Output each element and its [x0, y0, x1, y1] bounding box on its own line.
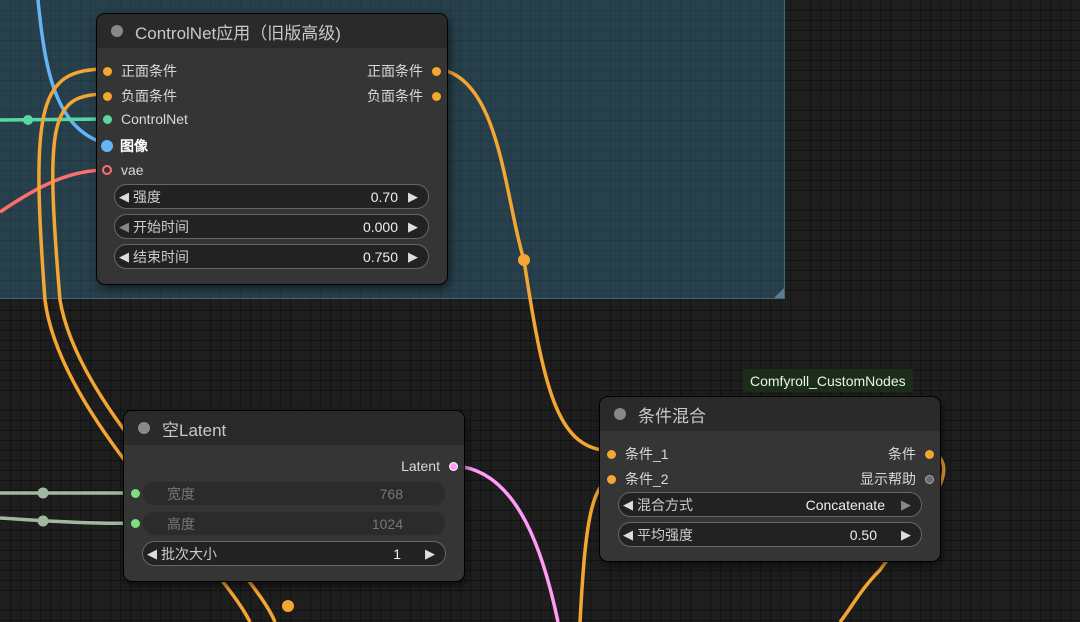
end-percent-widget[interactable]: ◀ 结束时间 0.750 ▶ [114, 244, 429, 269]
increment-arrow-icon[interactable]: ▶ [404, 189, 422, 205]
height-label: 高度 [167, 515, 195, 532]
collapse-dot-icon[interactable] [111, 25, 123, 37]
output-show-help-label: 显示帮助 [860, 471, 916, 487]
decrement-arrow-icon[interactable]: ◀ [115, 219, 133, 235]
width-value: 768 [379, 485, 403, 502]
conditioning-slot-icon[interactable] [925, 449, 934, 459]
decrement-arrow-icon[interactable]: ◀ [115, 249, 133, 265]
wire-width-midpoint [37, 487, 49, 499]
string-slot-icon[interactable] [925, 474, 934, 484]
output-negative-label: 负面条件 [367, 88, 423, 104]
decrement-arrow-icon[interactable]: ◀ [619, 497, 637, 513]
width-widget[interactable]: 宽度 768 [142, 481, 446, 506]
start-percent-value: 0.000 [362, 218, 398, 235]
conditioning-combine-node-header[interactable]: 条件混合 [600, 397, 940, 431]
conditioning-slot-icon[interactable] [607, 474, 616, 484]
batch-size-widget[interactable]: ◀ 批次大小 1 ▶ [142, 541, 446, 566]
width-input-slot-icon[interactable] [131, 489, 140, 498]
batch-size-value: 1 [393, 545, 401, 562]
wire-height [0, 516, 136, 526]
empty-latent-node-title: 空Latent [162, 420, 227, 440]
input-conditioning-2-label: 条件_2 [625, 471, 669, 487]
controlnet-node-header[interactable]: ControlNet应用（旧版高级) [97, 14, 447, 48]
increment-arrow-icon[interactable]: ▶ [421, 546, 439, 562]
output-conditioning[interactable]: 条件 [888, 444, 934, 464]
latent-slot-icon[interactable] [449, 461, 458, 471]
input-controlnet[interactable]: ControlNet [103, 111, 188, 127]
controlnet-node[interactable]: ControlNet应用（旧版高级) 正面条件 负面条件 ControlNet … [97, 14, 447, 284]
end-percent-value: 0.750 [362, 248, 398, 265]
decrement-arrow-icon[interactable]: ◀ [115, 189, 133, 205]
input-vae-label: vae [121, 162, 144, 178]
wire-negative-midpoint [282, 600, 294, 612]
increment-arrow-icon[interactable]: ▶ [897, 497, 915, 513]
image-slot-icon[interactable] [101, 140, 113, 152]
conditioning-slot-icon[interactable] [103, 91, 112, 101]
output-latent[interactable]: Latent [401, 458, 458, 474]
height-value: 1024 [371, 515, 403, 532]
output-latent-label: Latent [401, 458, 440, 474]
input-image-label: 图像 [120, 138, 148, 154]
strength-value: 0.70 [370, 188, 398, 205]
end-percent-label: 结束时间 [133, 248, 189, 265]
strength-label: 强度 [133, 188, 161, 205]
input-positive[interactable]: 正面条件 [103, 61, 177, 81]
start-percent-widget[interactable]: ◀ 开始时间 0.000 ▶ [114, 214, 429, 239]
output-positive[interactable]: 正面条件 [367, 61, 441, 81]
average-strength-widget[interactable]: ◀ 平均强度 0.50 ▶ [618, 522, 922, 547]
controlnet-slot-icon[interactable] [103, 114, 112, 124]
output-negative[interactable]: 负面条件 [367, 86, 441, 106]
input-controlnet-label: ControlNet [121, 111, 188, 127]
node-source-badge: Comfyroll_CustomNodes [743, 369, 913, 392]
input-conditioning-2[interactable]: 条件_2 [607, 469, 669, 489]
conditioning-combine-node-title: 条件混合 [638, 406, 706, 426]
collapse-dot-icon[interactable] [614, 408, 626, 420]
controlnet-node-title: ControlNet应用（旧版高级) [135, 23, 341, 43]
height-input-slot-icon[interactable] [131, 519, 140, 528]
decrement-arrow-icon[interactable]: ◀ [619, 527, 637, 543]
conditioning-slot-icon[interactable] [607, 449, 616, 459]
output-positive-label: 正面条件 [367, 63, 423, 79]
conditioning-slot-icon[interactable] [432, 91, 441, 101]
collapse-dot-icon[interactable] [138, 422, 150, 434]
input-positive-label: 正面条件 [121, 63, 177, 79]
increment-arrow-icon[interactable]: ▶ [404, 249, 422, 265]
output-conditioning-label: 条件 [888, 446, 916, 462]
decrement-arrow-icon[interactable]: ◀ [143, 546, 161, 562]
group-resize-handle[interactable] [774, 288, 784, 298]
conditioning-slot-icon[interactable] [432, 66, 441, 76]
wire-latent [454, 464, 560, 622]
start-percent-label: 开始时间 [133, 218, 189, 235]
input-negative-label: 负面条件 [121, 88, 177, 104]
width-label: 宽度 [167, 485, 195, 502]
input-vae[interactable]: vae [102, 162, 144, 178]
strength-widget[interactable]: ◀ 强度 0.70 ▶ [114, 184, 429, 209]
average-strength-value: 0.50 [849, 526, 877, 543]
average-strength-label: 平均强度 [637, 526, 693, 543]
combine-mode-value: Concatenate [805, 496, 885, 513]
wire-height-midpoint [37, 515, 49, 527]
input-conditioning-1[interactable]: 条件_1 [607, 444, 669, 464]
output-show-help[interactable]: 显示帮助 [860, 469, 934, 489]
conditioning-slot-icon[interactable] [103, 66, 112, 76]
increment-arrow-icon[interactable]: ▶ [897, 527, 915, 543]
vae-slot-icon[interactable] [102, 165, 112, 175]
combine-mode-label: 混合方式 [637, 496, 693, 513]
conditioning-combine-node[interactable]: 条件混合 条件_1 条件_2 条件 显示帮助 ◀ 混合方式 Concatenat… [600, 397, 940, 561]
input-negative[interactable]: 负面条件 [103, 86, 177, 106]
empty-latent-node[interactable]: 空Latent Latent 宽度 768 高度 1024 ◀ 批次大小 1 ▶ [124, 411, 464, 581]
batch-size-label: 批次大小 [161, 545, 217, 562]
empty-latent-node-header[interactable]: 空Latent [124, 411, 464, 445]
combine-mode-widget[interactable]: ◀ 混合方式 Concatenate ▶ [618, 492, 922, 517]
input-conditioning-1-label: 条件_1 [625, 446, 669, 462]
height-widget[interactable]: 高度 1024 [142, 511, 446, 536]
increment-arrow-icon[interactable]: ▶ [404, 219, 422, 235]
input-image[interactable]: 图像 [101, 136, 148, 156]
